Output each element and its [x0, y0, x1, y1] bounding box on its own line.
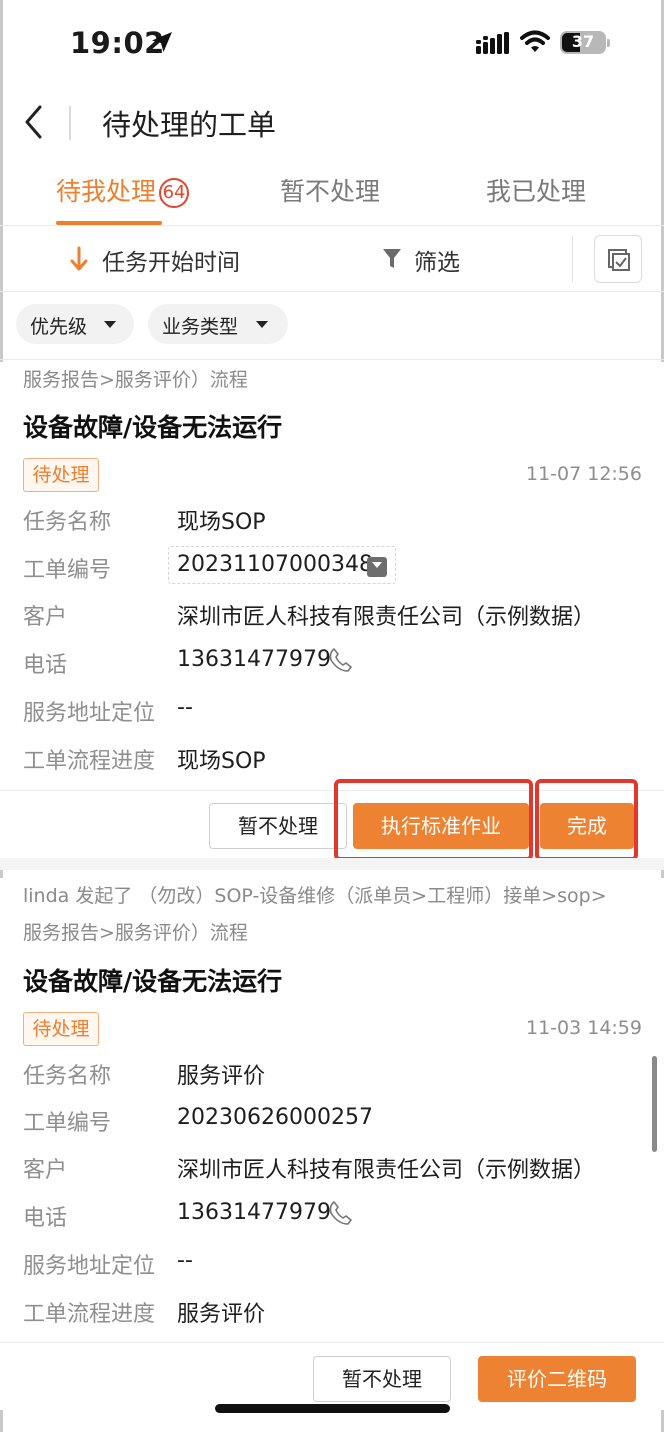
flow-text: 服务报告>服务评价）流程: [23, 369, 248, 391]
order-no-value: 20230626000257: [177, 1105, 373, 1130]
address-value: --: [177, 1248, 193, 1273]
sort-button[interactable]: 任务开始时间: [102, 243, 240, 277]
order-no-value: 20231107000348: [177, 552, 373, 577]
address-value: --: [177, 695, 193, 720]
nav-bar: 待处理的工单: [0, 88, 664, 158]
status-badge: 待处理: [23, 1012, 99, 1046]
filter-button[interactable]: 筛选: [414, 243, 460, 277]
phone-label: 电话: [23, 653, 68, 678]
sort-down-icon[interactable]: [68, 246, 90, 276]
tab-pending-mine[interactable]: 待我处理 64: [56, 172, 190, 208]
task-name-label: 任务名称: [23, 510, 112, 535]
rating-qrcode-button[interactable]: 评价二维码: [478, 1356, 636, 1402]
copy-icon[interactable]: [367, 557, 387, 577]
progress-label: 工单流程进度: [23, 749, 156, 774]
highlight-box-complete: [535, 779, 638, 861]
progress-value: 服务评价: [177, 1302, 266, 1327]
address-label: 服务地址定位: [23, 701, 156, 726]
multi-select-icon: [608, 249, 630, 271]
home-indicator[interactable]: [215, 1404, 450, 1413]
status-badge: 待处理: [23, 458, 99, 492]
tab-deferred[interactable]: 暂不处理: [280, 172, 380, 208]
tab-label: 我已处理: [486, 177, 587, 206]
highlight-box-execute: [334, 779, 533, 861]
multi-select-button[interactable]: [594, 235, 642, 283]
battery-icon: 37: [560, 31, 606, 54]
card-title: 设备故障/设备无法运行: [23, 967, 283, 996]
card-actions: 暂不处理 评价二维码: [0, 1342, 664, 1412]
customer-label: 客户: [23, 605, 68, 630]
divider: [572, 236, 573, 282]
chip-label: 业务类型: [162, 316, 239, 338]
flow-text: linda 发起了 （勿改）SOP-设备维修（派单员>工程师）接单>sop>: [23, 885, 607, 907]
battery-tip: [607, 39, 610, 47]
filter-icon[interactable]: [382, 247, 402, 275]
phone-icon[interactable]: [328, 1200, 352, 1230]
filter-chips: 优先级 业务类型: [0, 292, 664, 360]
progress-label: 工单流程进度: [23, 1302, 156, 1327]
card-title: 设备故障/设备无法运行: [23, 413, 283, 442]
dropdown-caret-icon: [256, 321, 268, 328]
phone-value[interactable]: 13631477979: [177, 647, 331, 672]
customer-value: 深圳市匠人科技有限责任公司（示例数据）: [177, 605, 596, 630]
signal-icon: [476, 32, 510, 58]
tab-active-indicator: [56, 221, 162, 225]
tab-label: 待我处理: [56, 177, 157, 206]
sort-filter-bar: 任务开始时间 筛选: [0, 226, 664, 292]
task-name-label: 任务名称: [23, 1064, 112, 1089]
dropdown-caret-icon: [104, 321, 116, 328]
status-bar: 19:02 37: [0, 0, 664, 88]
card-separator: [0, 858, 664, 870]
phone-icon[interactable]: [328, 647, 352, 677]
task-name-value: 服务评价: [177, 1064, 266, 1089]
tab-bar: 待我处理 64 暂不处理 我已处理: [0, 160, 664, 226]
card-time: 11-03 14:59: [525, 1017, 642, 1039]
customer-value: 深圳市匠人科技有限责任公司（示例数据）: [177, 1158, 596, 1183]
defer-button[interactable]: 暂不处理: [313, 1356, 451, 1402]
chip-label: 优先级: [30, 316, 88, 338]
business-type-chip[interactable]: 业务类型: [148, 304, 288, 344]
priority-chip[interactable]: 优先级: [16, 304, 134, 344]
flow-text: 服务报告>服务评价）流程: [23, 922, 248, 944]
tab-handled[interactable]: 我已处理: [486, 172, 586, 208]
wifi-icon: [520, 30, 550, 58]
back-icon[interactable]: [18, 102, 52, 142]
tab-count-badge: 64: [159, 178, 190, 208]
phone-value[interactable]: 13631477979: [177, 1200, 331, 1225]
task-name-value: 现场SOP: [177, 510, 266, 535]
card-time: 11-07 12:56: [525, 463, 642, 485]
scrollbar[interactable]: [652, 1056, 657, 1152]
customer-label: 客户: [23, 1158, 68, 1183]
phone-label: 电话: [23, 1206, 68, 1231]
address-label: 服务地址定位: [23, 1254, 156, 1279]
order-no-label: 工单编号: [23, 1111, 112, 1136]
page-title: 待处理的工单: [102, 108, 277, 142]
nav-divider: [69, 106, 71, 140]
location-arrow-icon: [150, 30, 174, 58]
work-order-card[interactable]: linda 发起了 （勿改）SOP-设备维修（派单员>工程师）接单>sop> 服…: [0, 878, 664, 1410]
order-no-label: 工单编号: [23, 558, 112, 583]
defer-button[interactable]: 暂不处理: [209, 803, 347, 849]
battery-level: 37: [571, 32, 595, 51]
progress-value: 现场SOP: [177, 749, 266, 774]
tab-label: 暂不处理: [280, 177, 381, 206]
